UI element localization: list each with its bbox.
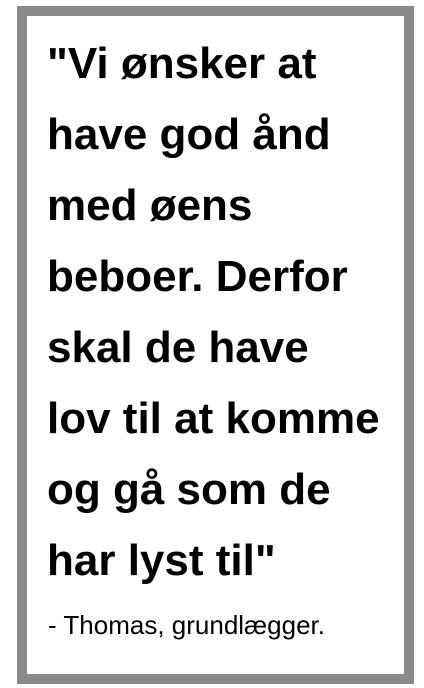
quote-attribution: - Thomas, grundlægger. bbox=[48, 610, 325, 640]
quote-line-4: beboer. Derfor bbox=[47, 252, 348, 301]
quote-line-3: med øens bbox=[47, 181, 253, 230]
quote-line-7: og gå som de bbox=[47, 465, 331, 514]
quote-line-5: skal de have bbox=[47, 323, 309, 372]
quote-line-2: have god ånd bbox=[47, 110, 331, 159]
quote-line-6: lov til at komme bbox=[47, 394, 380, 443]
quote-card: "Vi ønsker at have god ånd med øens bebo… bbox=[17, 6, 414, 684]
quote-line-8: har lyst til" bbox=[47, 536, 276, 585]
quote-line-1: "Vi ønsker at bbox=[47, 39, 317, 88]
